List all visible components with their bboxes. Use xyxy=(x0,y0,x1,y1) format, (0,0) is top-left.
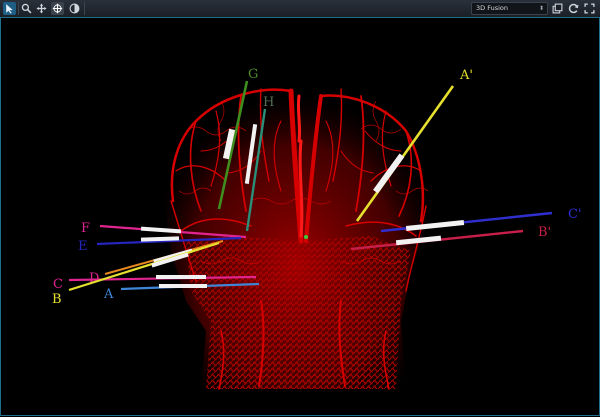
electrode-label-A-prime: A' xyxy=(459,68,473,83)
electrode-label-F: F xyxy=(81,221,90,236)
electrode-label-B: B xyxy=(52,292,62,307)
electrode-label-C-prime: C' xyxy=(568,207,582,222)
target-marker-icon xyxy=(304,235,308,239)
app-window: 3D Fusion ⬍ F E C B A G H A' C' B' xyxy=(0,0,600,416)
electrode-label-A: A xyxy=(103,287,114,302)
electrode-label-C: C xyxy=(53,277,63,292)
electrode-label-G: G xyxy=(248,67,258,82)
vascular-render: F E D C B xyxy=(52,67,582,390)
3d-viewport[interactable]: F E D C B xyxy=(0,17,600,416)
electrode-label-H: H xyxy=(263,95,274,110)
electrode-label-B-prime: B' xyxy=(538,225,551,240)
electrode-label-E: E xyxy=(78,239,88,254)
